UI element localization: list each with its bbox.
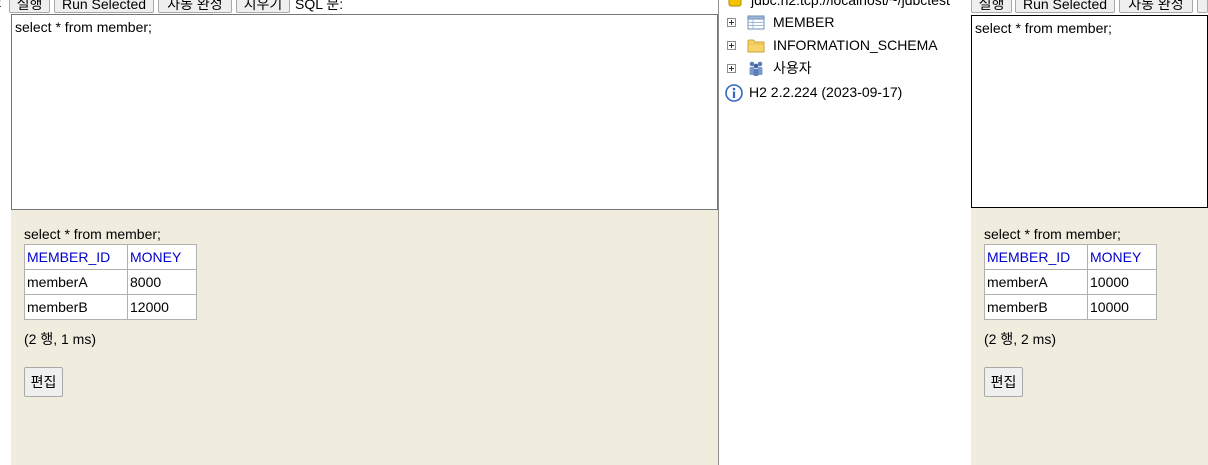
right-result-query: select * from member; bbox=[984, 226, 1121, 242]
table-cell: memberB bbox=[984, 294, 1088, 320]
left-result-query: select * from member; bbox=[24, 226, 161, 242]
left-edit-button[interactable]: 편집 bbox=[24, 367, 63, 397]
table-cell: memberA bbox=[24, 269, 128, 295]
table-header-row: MEMBER_ID MONEY bbox=[984, 244, 1157, 270]
left-run-button[interactable]: 실행 bbox=[9, 0, 50, 13]
expand-icon[interactable] bbox=[727, 64, 736, 73]
table-cell: 10000 bbox=[1087, 294, 1157, 320]
tree-item-label: 사용자 bbox=[773, 60, 812, 76]
table-cell: 8000 bbox=[127, 269, 197, 295]
window-divider bbox=[718, 0, 719, 465]
column-header-money[interactable]: MONEY bbox=[127, 244, 197, 270]
table-row: memberA 10000 bbox=[984, 269, 1157, 295]
info-icon bbox=[725, 84, 743, 102]
users-icon bbox=[749, 61, 763, 76]
right-result-table: MEMBER_ID MONEY memberA 10000 memberB 10… bbox=[984, 244, 1157, 320]
column-header-member-id[interactable]: MEMBER_ID bbox=[24, 244, 128, 270]
left-auto-complete-button[interactable]: 자동 완성 bbox=[158, 0, 232, 13]
right-result-pane: select * from member; MEMBER_ID MONEY me… bbox=[971, 208, 1208, 465]
left-run-selected-button[interactable]: Run Selected bbox=[54, 0, 154, 13]
right-edit-button[interactable]: 편집 bbox=[984, 367, 1023, 397]
left-result-pane: select * from member; MEMBER_ID MONEY me… bbox=[11, 210, 718, 465]
version-label: H2 2.2.224 (2023-09-17) bbox=[749, 84, 903, 100]
table-icon bbox=[747, 15, 765, 30]
left-sql-editor[interactable]: select * from member; bbox=[11, 14, 718, 210]
left-result-table: MEMBER_ID MONEY memberA 8000 memberB 120… bbox=[24, 244, 197, 320]
expand-icon[interactable] bbox=[727, 41, 736, 50]
folder-icon bbox=[747, 39, 765, 53]
right-auto-complete-button[interactable]: 자동 완성 bbox=[1119, 0, 1193, 13]
table-cell: 10000 bbox=[1087, 269, 1157, 295]
table-header-row: MEMBER_ID MONEY bbox=[24, 244, 197, 270]
table-cell: 12000 bbox=[127, 294, 197, 320]
column-header-member-id[interactable]: MEMBER_ID bbox=[984, 244, 1088, 270]
table-row: memberA 8000 bbox=[24, 269, 197, 295]
table-row: memberB 10000 bbox=[984, 294, 1157, 320]
tree-connection-label: jdbc:h2:tcp://localhost/~/jdbctest bbox=[751, 0, 950, 8]
right-run-selected-button[interactable]: Run Selected bbox=[1015, 0, 1115, 13]
expand-icon[interactable] bbox=[727, 18, 736, 27]
right-clear-button-partial[interactable] bbox=[1197, 0, 1208, 13]
table-cell: memberB bbox=[24, 294, 128, 320]
left-result-count: (2 행, 1 ms) bbox=[24, 331, 96, 347]
left-sql-label: SQL 문: bbox=[295, 0, 344, 12]
tree-item-label: MEMBER bbox=[773, 14, 835, 30]
tree-item-label: INFORMATION_SCHEMA bbox=[773, 37, 938, 53]
database-icon bbox=[728, 0, 742, 7]
right-result-count: (2 행, 2 ms) bbox=[984, 331, 1056, 347]
table-cell: memberA bbox=[984, 269, 1088, 295]
right-run-button[interactable]: 실행 bbox=[971, 0, 1012, 13]
left-clear-button[interactable]: 지우기 bbox=[236, 0, 290, 13]
table-row: memberB 12000 bbox=[24, 294, 197, 320]
right-sql-editor[interactable]: select * from member; bbox=[971, 15, 1208, 208]
column-header-money[interactable]: MONEY bbox=[1087, 244, 1157, 270]
left-toolbar-fragment: t bbox=[0, 0, 1, 10]
